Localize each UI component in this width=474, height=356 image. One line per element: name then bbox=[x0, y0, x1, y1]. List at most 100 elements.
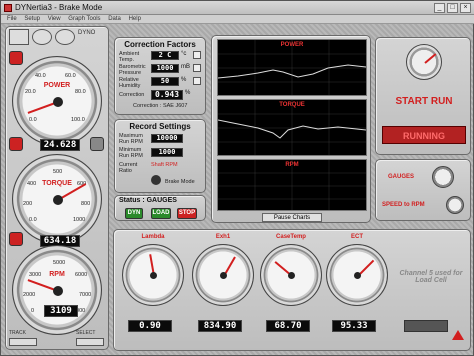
min-rpm-label: Minimum Run RPM bbox=[119, 147, 143, 159]
rpm-chart: RPM bbox=[217, 159, 367, 211]
tools-icon[interactable] bbox=[9, 232, 23, 246]
tick-label: 200 bbox=[23, 201, 33, 207]
ambient-temp-checkbox[interactable] bbox=[193, 51, 201, 59]
settings-icon[interactable] bbox=[90, 137, 104, 151]
torque-chart: TORQUE bbox=[217, 99, 367, 156]
tick-label: 7000 bbox=[79, 292, 92, 298]
dyn-button[interactable]: DYN bbox=[125, 208, 143, 219]
ambient-temp-label: Ambient Temp. bbox=[119, 51, 140, 63]
torque-gauge: TORQUE 0.0 200 400 500 600 800 1000 bbox=[12, 154, 102, 244]
app-window: DYNertia3 - Brake Mode _ □ × File Setup … bbox=[0, 0, 474, 356]
gauge-hub bbox=[53, 195, 63, 205]
tick-label: 3000 bbox=[29, 272, 42, 278]
humidity-label: Relative Humidity bbox=[119, 77, 141, 89]
power-gauge-label: POWER bbox=[43, 82, 71, 89]
pressure-checkbox[interactable] bbox=[193, 64, 201, 72]
mode-panel: GAUGES SPEED to RPM bbox=[375, 159, 471, 221]
window-title: DYNertia3 - Brake Mode bbox=[15, 3, 103, 12]
tick-label: 60.0 bbox=[65, 73, 76, 79]
tick-label: 400 bbox=[27, 181, 37, 187]
start-run-panel: START RUN RUNNING bbox=[375, 37, 471, 155]
menu-graph-tools[interactable]: Graph Tools bbox=[68, 16, 100, 22]
correction-label: Correction bbox=[119, 92, 145, 98]
track-label: TRACK bbox=[9, 330, 26, 336]
menu-bar: File Setup View Graph Tools Data Help bbox=[1, 15, 474, 24]
speed-rpm-mode-label: SPEED to RPM bbox=[382, 202, 425, 208]
running-indicator: RUNNING bbox=[382, 126, 466, 144]
warning-icon bbox=[452, 330, 464, 340]
humidity-unit: % bbox=[181, 77, 187, 83]
max-rpm-value[interactable]: 10000 bbox=[151, 134, 183, 143]
ect-readout: 95.33 bbox=[332, 320, 376, 332]
menu-file[interactable]: File bbox=[7, 16, 17, 22]
record-title: Record Settings bbox=[129, 122, 191, 131]
ambient-temp-value[interactable]: 2 C bbox=[151, 51, 179, 60]
correction-unit: % bbox=[185, 90, 191, 96]
speedometer-icon[interactable] bbox=[32, 29, 52, 45]
dyno-label: DYNO bbox=[78, 30, 96, 36]
speed-rpm-mode-button[interactable] bbox=[446, 196, 464, 214]
maximize-button[interactable]: □ bbox=[447, 3, 458, 13]
casetemp-label: CaseTemp bbox=[276, 234, 306, 240]
load-cell-readout bbox=[404, 320, 448, 332]
tick-label: 40.0 bbox=[35, 73, 46, 79]
exit-icon[interactable] bbox=[9, 51, 23, 65]
menu-help[interactable]: Help bbox=[129, 16, 141, 22]
title-bar: DYNertia3 - Brake Mode _ □ × bbox=[1, 1, 474, 15]
rpm-readout: 3109 bbox=[44, 305, 78, 317]
tick-label: 1000 bbox=[73, 217, 86, 223]
humidity-value[interactable]: 50 bbox=[151, 77, 179, 86]
rpm-gauge-label: RPM bbox=[49, 271, 65, 278]
correction-value: 0.943 bbox=[151, 90, 183, 100]
torque-chart-plot bbox=[218, 100, 366, 155]
load-cell-note: Channel 5 used for Load Cell bbox=[399, 270, 463, 284]
menu-view[interactable]: View bbox=[48, 16, 61, 22]
ambient-temp-unit: °c bbox=[181, 51, 187, 57]
menu-setup[interactable]: Setup bbox=[24, 16, 40, 22]
correction-title: Correction Factors bbox=[124, 40, 196, 49]
select-button[interactable] bbox=[76, 338, 104, 346]
track-button[interactable] bbox=[9, 338, 37, 346]
humidity-checkbox[interactable] bbox=[193, 77, 201, 85]
charts-panel: POWER TORQUE RPM Pause Charts bbox=[211, 35, 371, 223]
load-button[interactable]: LOAD bbox=[151, 208, 171, 219]
gauge-hub bbox=[53, 97, 63, 107]
tick-label: 6000 bbox=[75, 272, 88, 278]
wrench-icon[interactable] bbox=[9, 137, 23, 151]
left-gauge-panel: DYNO POWER 0.0 20.0 40.0 60.0 80.0 100.0… bbox=[5, 26, 109, 350]
power-gauge: POWER 0.0 20.0 40.0 60.0 80.0 100.0 bbox=[12, 56, 102, 146]
pressure-value[interactable]: 1000 bbox=[151, 64, 179, 73]
casetemp-readout: 68.70 bbox=[266, 320, 310, 332]
status-text: Status : GAUGES bbox=[119, 197, 177, 204]
min-rpm-value[interactable]: 1000 bbox=[151, 148, 183, 157]
pressure-label: Barometric Pressure bbox=[119, 64, 146, 76]
tick-label: 80.0 bbox=[75, 89, 86, 95]
gauge-hub bbox=[288, 272, 295, 279]
stop-button[interactable]: STOP bbox=[177, 208, 197, 219]
max-rpm-label: Maximum Run RPM bbox=[119, 133, 143, 145]
exh1-label: Exh1 bbox=[215, 234, 231, 240]
gauge-needle bbox=[424, 53, 437, 64]
gauge-hub bbox=[220, 272, 227, 279]
tick-label: 0.0 bbox=[29, 117, 37, 123]
tick-label: 500 bbox=[53, 169, 63, 175]
select-label: SELECT bbox=[76, 330, 96, 336]
record-settings-panel: Record Settings Maximum Run RPM 10000 Mi… bbox=[114, 119, 206, 193]
gauge-hub bbox=[53, 286, 63, 296]
minimize-button[interactable]: _ bbox=[434, 3, 445, 13]
lambda-gauge: Lambda bbox=[122, 234, 184, 306]
gauges-mode-button[interactable] bbox=[432, 166, 454, 188]
gauge-hub bbox=[354, 272, 361, 279]
status-panel: Status : GAUGES DYN LOAD STOP bbox=[114, 195, 206, 221]
gauge-icon[interactable] bbox=[55, 29, 75, 45]
tick-label: 2000 bbox=[23, 292, 36, 298]
rpm-gauge: RPM 0 2000 3000 5000 6000 7000 9000 bbox=[12, 245, 102, 335]
pause-charts-button[interactable]: Pause Charts bbox=[262, 213, 322, 222]
start-run-button[interactable]: START RUN bbox=[376, 96, 472, 107]
tick-label: 800 bbox=[81, 201, 91, 207]
exh1-readout: 834.90 bbox=[198, 320, 242, 332]
casetemp-gauge: CaseTemp bbox=[260, 234, 322, 306]
tool-icon-1[interactable] bbox=[9, 29, 29, 45]
close-button[interactable]: × bbox=[460, 3, 471, 13]
menu-data[interactable]: Data bbox=[108, 16, 121, 22]
